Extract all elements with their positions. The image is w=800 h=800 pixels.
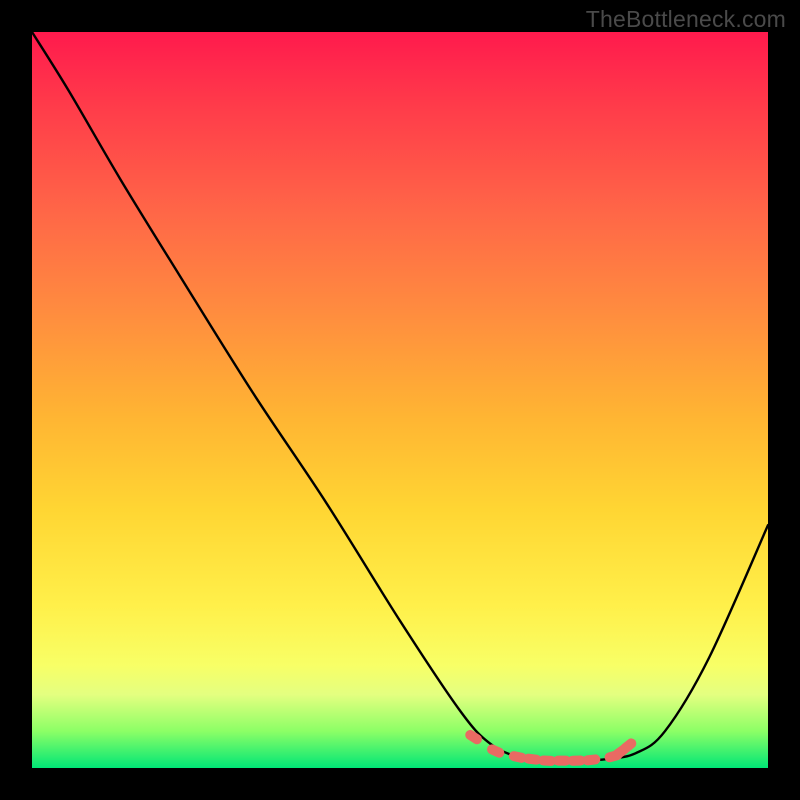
marker-dot [485, 743, 506, 760]
marker-dot [582, 754, 601, 766]
highlight-markers [463, 728, 638, 766]
bottleneck-curve [32, 32, 768, 761]
chart-svg [32, 32, 768, 768]
chart-frame: TheBottleneck.com [0, 0, 800, 800]
watermark-text: TheBottleneck.com [586, 6, 786, 33]
plot-area [32, 32, 768, 768]
marker-dot [463, 728, 484, 746]
